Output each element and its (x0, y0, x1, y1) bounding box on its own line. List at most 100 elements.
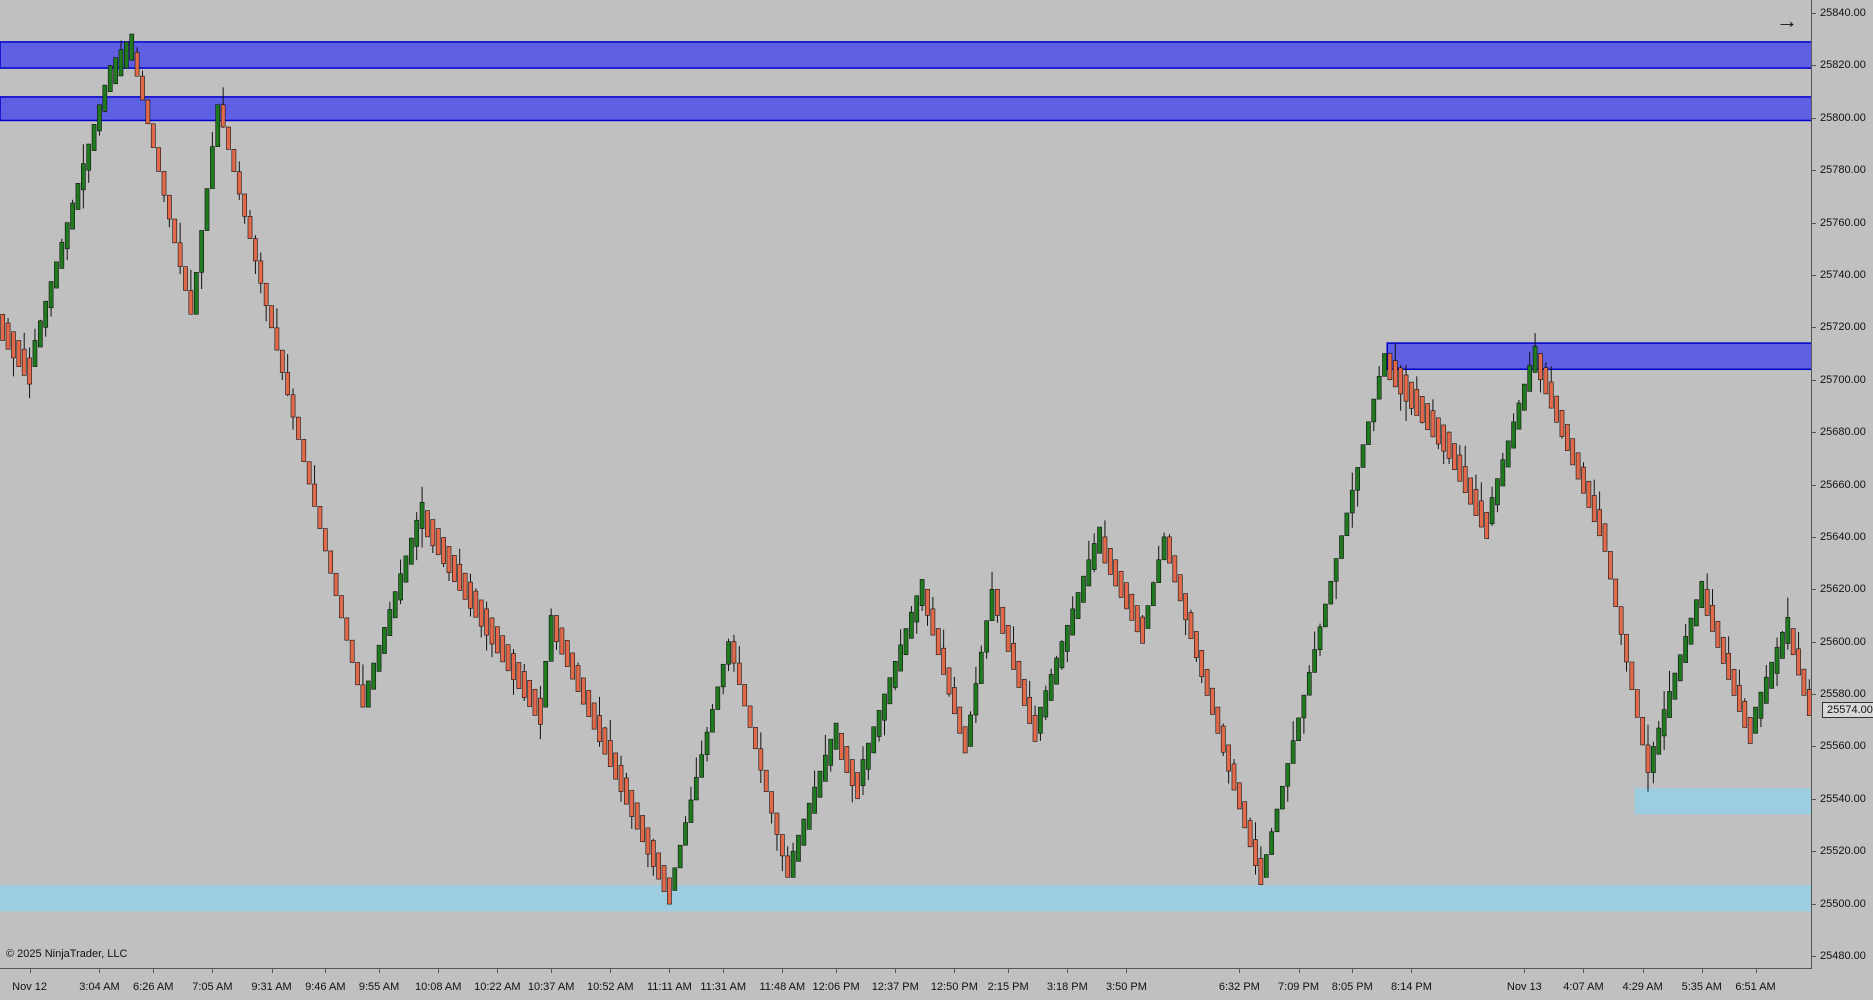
up-candle (914, 595, 920, 634)
down-candle (1452, 443, 1457, 471)
candle-body (634, 802, 640, 830)
candlestick-plot[interactable] (0, 0, 1812, 969)
down-candle (1720, 636, 1726, 664)
price-tick-mark (1812, 13, 1816, 15)
down-candle (597, 696, 602, 747)
up-candle (823, 734, 828, 782)
candle-body (150, 123, 156, 148)
up-candle (1495, 478, 1500, 513)
down-candle (462, 572, 468, 600)
up-candle (828, 738, 834, 772)
candle-body (1570, 438, 1576, 466)
down-candle (1430, 399, 1436, 438)
up-candle (414, 512, 420, 561)
up-candle (672, 867, 678, 891)
candle-body (457, 563, 463, 591)
down-candle (1129, 593, 1135, 621)
up-candle (1667, 670, 1672, 718)
candle-body (263, 282, 269, 306)
down-candle (247, 210, 253, 239)
up-candle (1339, 535, 1344, 559)
candle-body (392, 591, 398, 619)
up-candle (1694, 599, 1699, 627)
candle-body (478, 599, 484, 627)
up-candle (113, 57, 118, 85)
up-candle (1371, 398, 1377, 432)
candle-body (1651, 746, 1656, 773)
candle-body (785, 855, 791, 878)
down-candle (618, 755, 624, 802)
up-candle (1145, 605, 1151, 629)
down-candle (306, 461, 312, 485)
down-candle (473, 588, 479, 618)
down-candle (317, 506, 323, 529)
up-candle (80, 144, 86, 209)
up-candle (210, 131, 215, 189)
down-candle (279, 349, 285, 380)
up-candle (548, 608, 554, 662)
candle-body (1043, 690, 1049, 718)
up-candle (984, 620, 989, 659)
down-candle (1258, 846, 1264, 885)
candle-body (763, 769, 769, 792)
candle-body (973, 683, 979, 716)
candle-body (1742, 700, 1748, 728)
candle-body (1608, 551, 1613, 580)
candle-body (1640, 716, 1645, 746)
candle-body (339, 595, 344, 619)
up-candle (129, 33, 135, 61)
candle-body (253, 238, 258, 262)
candle-body (946, 667, 952, 695)
down-candle (586, 690, 592, 717)
candle-body (715, 686, 721, 710)
price-axis[interactable]: 25574.00 25840.00 25820.00 25800.00 25780.0… (1812, 0, 1873, 969)
candle-body (538, 697, 543, 725)
down-candle (220, 87, 226, 128)
down-candle (495, 626, 500, 654)
plot-area[interactable]: → © 2025 NinjaTrader, LLC (0, 0, 1812, 969)
down-candle (27, 347, 32, 399)
candle-body (1113, 559, 1119, 587)
candle-body (1070, 608, 1076, 636)
candle-body (333, 572, 339, 596)
candle-body (204, 188, 210, 231)
candle-body (855, 772, 860, 800)
candle-body (1806, 689, 1811, 716)
candle-body (866, 742, 871, 770)
up-candle (1516, 399, 1522, 430)
candle-body (473, 590, 479, 618)
candle-body (1150, 582, 1156, 606)
chart-window[interactable]: → © 2025 NinjaTrader, LLC 25574.00 25840… (0, 0, 1873, 1000)
time-tick-label: 10:08 AM (414, 981, 462, 993)
candle-body (543, 660, 549, 708)
candle-body (650, 840, 656, 867)
time-tick-mark (1352, 969, 1354, 973)
up-candle (107, 65, 113, 92)
down-candle (322, 528, 328, 552)
up-candle (1774, 637, 1780, 686)
candle-body (296, 416, 301, 440)
down-candle (1011, 626, 1016, 670)
up-candle (1489, 486, 1495, 526)
candles-layer (0, 33, 1811, 905)
price-tick-mark (1812, 274, 1816, 276)
price-tick-mark (1812, 222, 1816, 224)
time-tick-label: 12:50 PM (930, 981, 978, 993)
down-candle (150, 123, 156, 148)
candle-body (1565, 424, 1570, 451)
up-candle (1274, 808, 1280, 833)
candle-body (1183, 593, 1188, 621)
candle-body (903, 628, 909, 656)
down-candle (634, 802, 640, 830)
time-axis[interactable]: Nov 12 3:04 AM 6:26 AM 7:05 AM 9:31 AM 9:46 A… (0, 969, 1812, 1000)
candle-body (306, 461, 312, 485)
arrow-right-icon[interactable]: → (1776, 10, 1798, 32)
up-candle (1290, 721, 1296, 764)
time-tick-mark (497, 969, 499, 973)
down-candle (1253, 822, 1258, 875)
candle-body (1538, 353, 1543, 381)
up-candle (1333, 558, 1339, 600)
down-candle (1608, 551, 1613, 580)
candle-body (382, 627, 387, 654)
time-tick-mark (1008, 969, 1010, 973)
